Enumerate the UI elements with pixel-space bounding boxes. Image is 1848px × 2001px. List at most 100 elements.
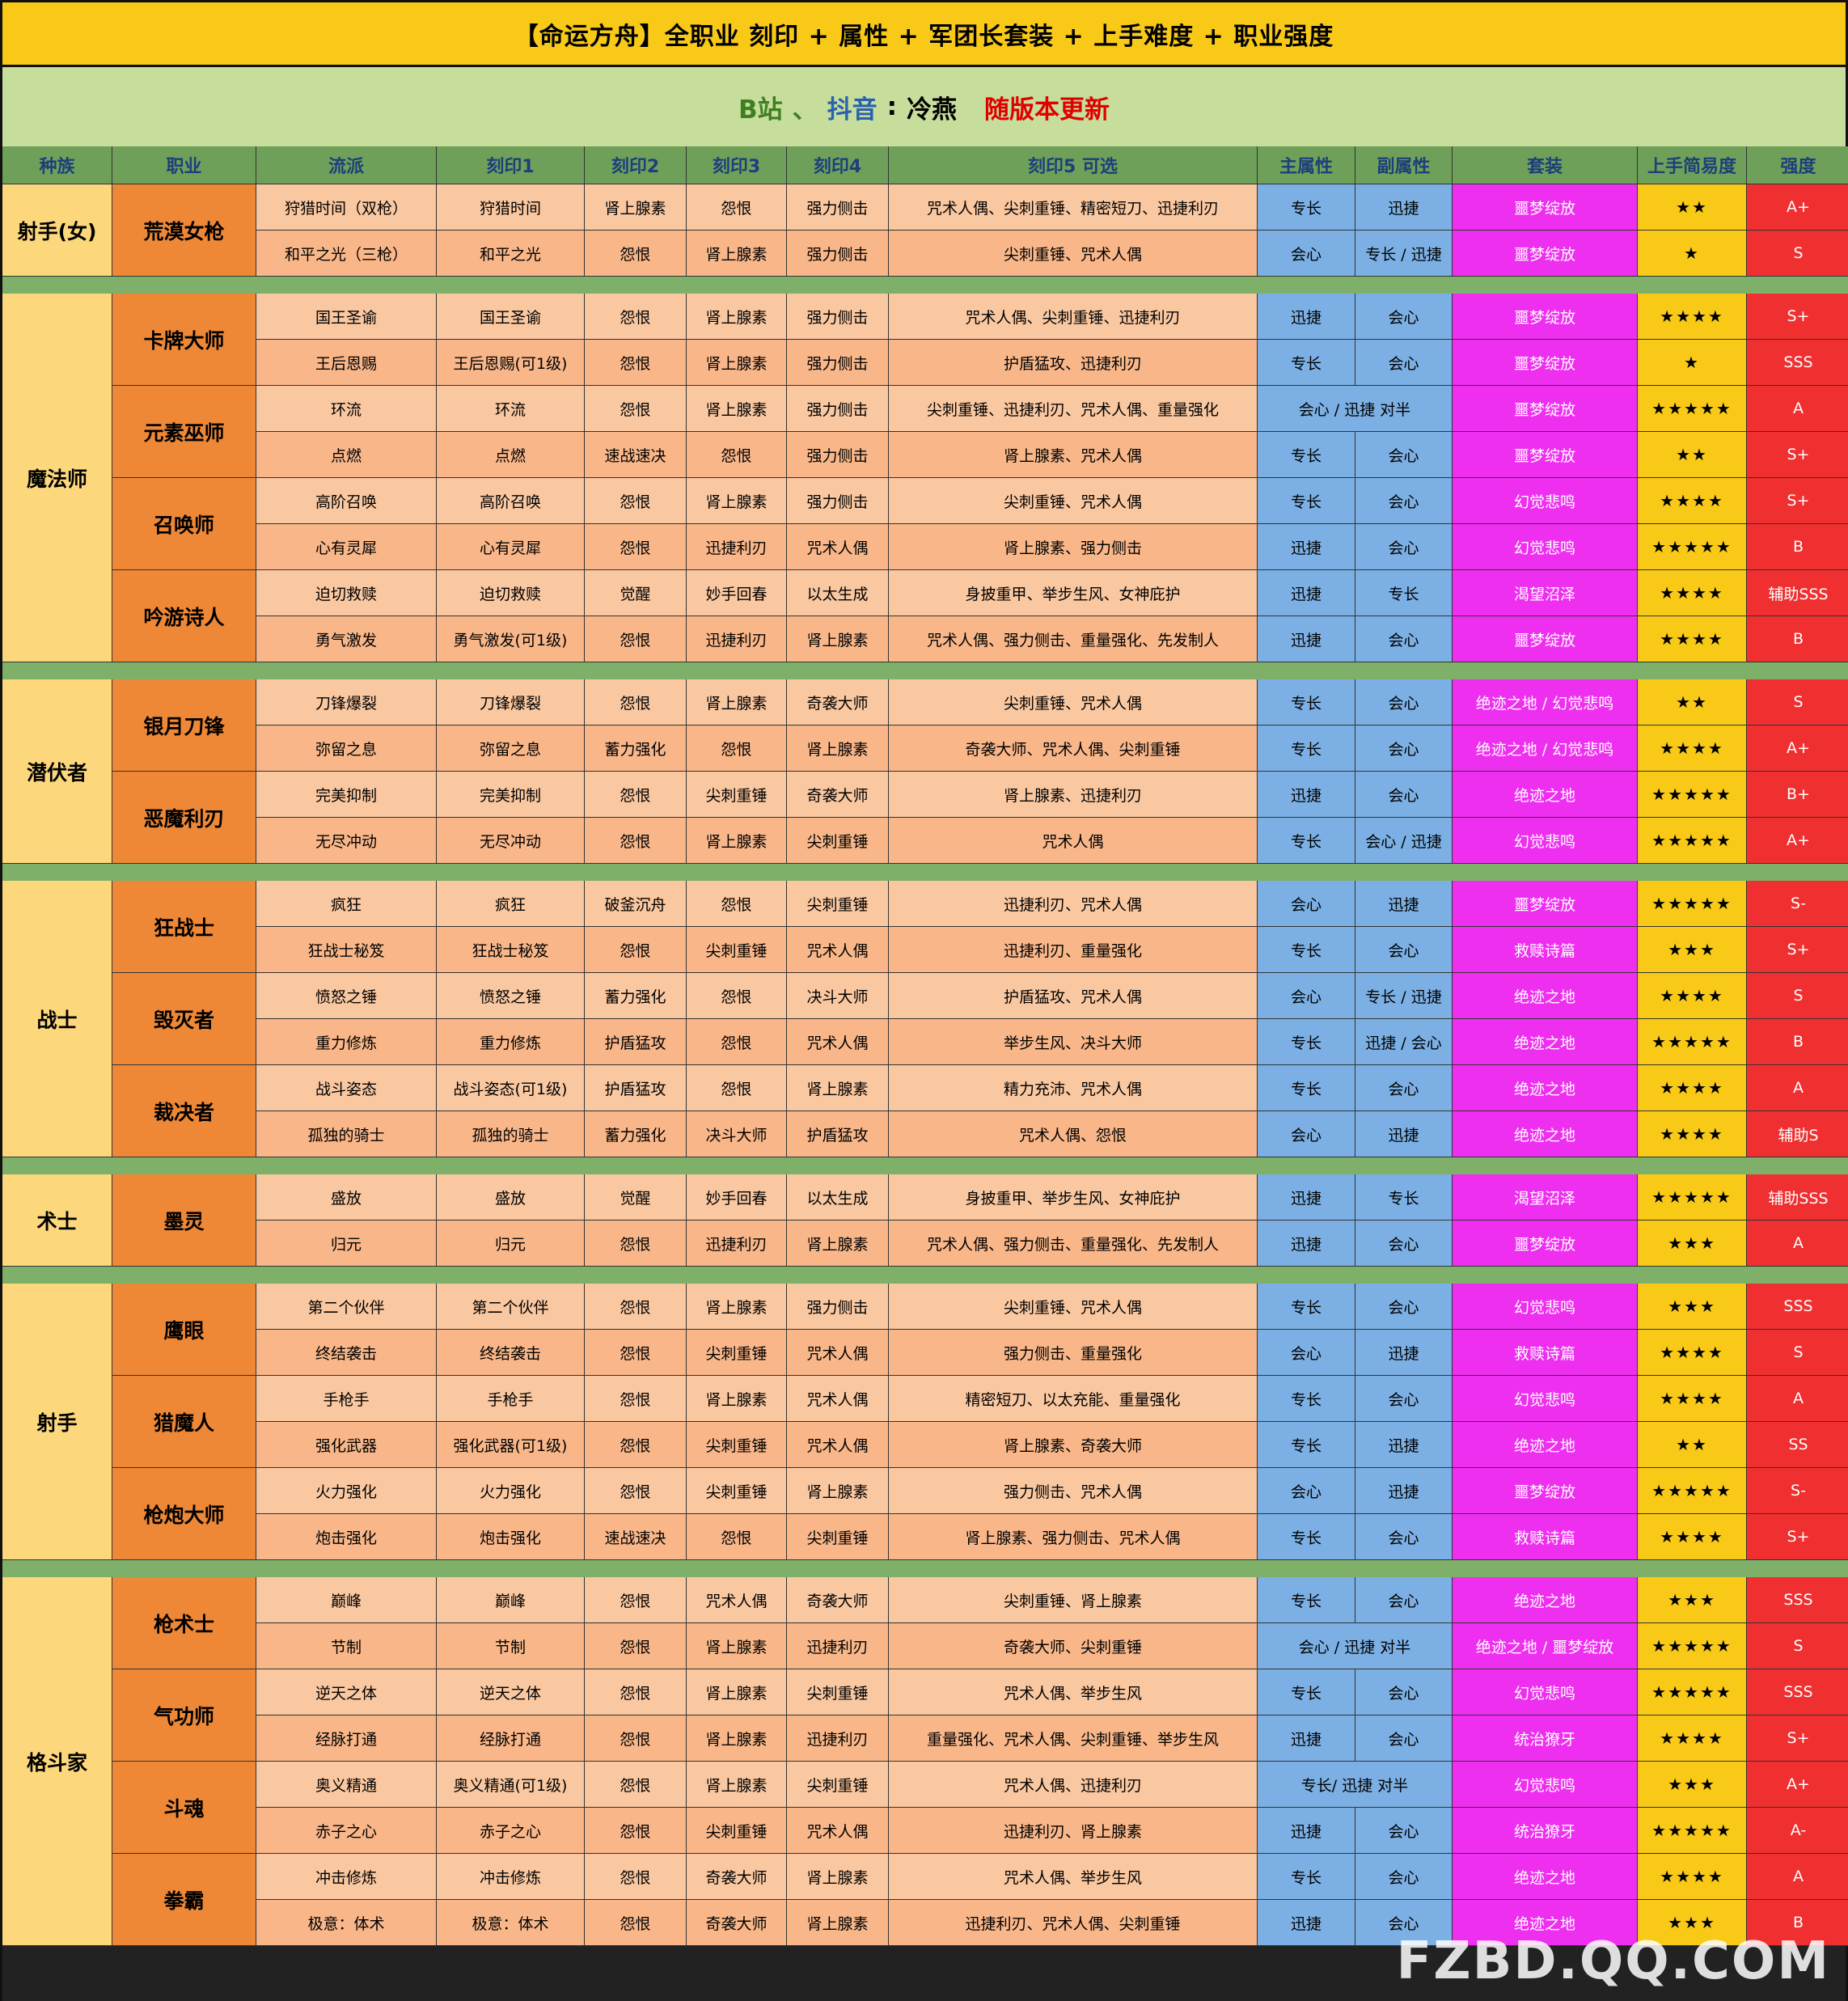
engraving-5-optional: 护盾猛攻、咒术人偶 <box>889 973 1258 1019</box>
main-stat: 迅捷 <box>1258 1808 1355 1854</box>
build-name: 和平之光（三枪） <box>256 231 437 277</box>
section-divider <box>2 864 1848 881</box>
class-cell: 裁决者 <box>112 1065 256 1157</box>
engraving-4: 奇袭大师 <box>787 679 889 726</box>
column-header: 刻印4 <box>787 146 889 184</box>
difficulty-stars: ★★★ <box>1638 927 1747 973</box>
build-name: 归元 <box>256 1220 437 1267</box>
engraving-1: 狂战士秘笈 <box>437 927 585 973</box>
engraving-5-optional: 精密短刀、以太充能、重量强化 <box>889 1376 1258 1422</box>
column-header: 主属性 <box>1258 146 1355 184</box>
engraving-5-optional: 精力充沛、咒术人偶 <box>889 1065 1258 1111</box>
engraving-1: 奥义精通(可1级) <box>437 1762 585 1808</box>
engraving-5-optional: 迅捷利刃、咒术人偶 <box>889 881 1258 927</box>
build-name: 终结袭击 <box>256 1330 437 1376</box>
engraving-3: 怨恨 <box>687 973 787 1019</box>
main-stat: 迅捷 <box>1258 1174 1355 1220</box>
gear-set: 噩梦绽放 <box>1453 184 1638 231</box>
gear-set: 统治獠牙 <box>1453 1715 1638 1762</box>
gear-set: 绝迹之地 <box>1453 1422 1638 1468</box>
engraving-3: 尖刺重锤 <box>687 1422 787 1468</box>
difficulty-stars: ★★★★ <box>1638 1376 1747 1422</box>
strength-grade: S+ <box>1747 1514 1848 1560</box>
engraving-5-optional: 咒术人偶、举步生风 <box>889 1854 1258 1900</box>
sub-stat: 会心 <box>1355 1808 1453 1854</box>
strength-grade: S+ <box>1747 478 1848 524</box>
engraving-4: 迅捷利刃 <box>787 1623 889 1669</box>
engraving-2: 怨恨 <box>585 1577 687 1623</box>
engraving-3: 尖刺重锤 <box>687 1468 787 1514</box>
section-divider <box>2 662 1848 679</box>
main-stat: 专长 <box>1258 478 1355 524</box>
engraving-5-optional: 迅捷利刃、咒术人偶、尖刺重锤 <box>889 1900 1258 1946</box>
engraving-3: 肾上腺素 <box>687 1762 787 1808</box>
main-stat: 迅捷 <box>1258 1220 1355 1267</box>
strength-grade: A <box>1747 1065 1848 1111</box>
engraving-1: 无尽冲动 <box>437 818 585 864</box>
main-stat: 专长 <box>1258 1284 1355 1330</box>
engraving-2: 怨恨 <box>585 1284 687 1330</box>
sub-stat: 会心 <box>1355 478 1453 524</box>
engraving-1: 心有灵犀 <box>437 524 585 570</box>
engraving-2: 怨恨 <box>585 1376 687 1422</box>
gear-set: 幻觉悲鸣 <box>1453 524 1638 570</box>
build-name: 赤子之心 <box>256 1808 437 1854</box>
sub-stat: 会心 <box>1355 524 1453 570</box>
build-name: 国王圣谕 <box>256 294 437 340</box>
gear-set: 幻觉悲鸣 <box>1453 478 1638 524</box>
engraving-5-optional: 咒术人偶、尖刺重锤、精密短刀、迅捷利刃 <box>889 184 1258 231</box>
main-stat: 会心 <box>1258 1468 1355 1514</box>
difficulty-stars: ★★★★ <box>1638 726 1747 772</box>
separator: 、 <box>792 95 818 125</box>
column-header: 流派 <box>256 146 437 184</box>
gear-set: 救赎诗篇 <box>1453 1330 1638 1376</box>
engraving-5-optional: 奇袭大师、尖刺重锤 <box>889 1623 1258 1669</box>
sub-stat: 会心 <box>1355 616 1453 662</box>
engraving-5-optional: 咒术人偶 <box>889 818 1258 864</box>
sub-stat: 会心 <box>1355 927 1453 973</box>
engraving-5-optional: 强力侧击、咒术人偶 <box>889 1468 1258 1514</box>
engraving-2: 怨恨 <box>585 524 687 570</box>
gear-set: 绝迹之地 / 噩梦绽放 <box>1453 1623 1638 1669</box>
main-stat: 专长 <box>1258 1577 1355 1623</box>
strength-grade: S- <box>1747 881 1848 927</box>
engraving-3: 妙手回春 <box>687 570 787 616</box>
build-name: 无尽冲动 <box>256 818 437 864</box>
engraving-1: 环流 <box>437 386 585 432</box>
strength-grade: 辅助S <box>1747 1111 1848 1157</box>
strength-grade: S <box>1747 973 1848 1019</box>
sub-stat: 会心 <box>1355 1065 1453 1111</box>
engraving-3: 迅捷利刃 <box>687 1220 787 1267</box>
gear-set: 救赎诗篇 <box>1453 1514 1638 1560</box>
build-name: 完美抑制 <box>256 772 437 818</box>
column-header: 刻印2 <box>585 146 687 184</box>
section-divider <box>2 1267 1848 1284</box>
sub-stat: 会心 <box>1355 726 1453 772</box>
engraving-3: 肾上腺素 <box>687 1669 787 1715</box>
main-stat: 迅捷 <box>1258 570 1355 616</box>
douyin-label: 抖音 <box>827 95 877 125</box>
main-stat: 专长 <box>1258 184 1355 231</box>
sub-stat: 会心 / 迅捷 <box>1355 818 1453 864</box>
engraving-5-optional: 重量强化、咒术人偶、尖刺重锤、举步生风 <box>889 1715 1258 1762</box>
build-name: 迫切救赎 <box>256 570 437 616</box>
engraving-1: 节制 <box>437 1623 585 1669</box>
engraving-4: 尖刺重锤 <box>787 818 889 864</box>
engraving-4: 咒术人偶 <box>787 1330 889 1376</box>
engraving-4: 肾上腺素 <box>787 1468 889 1514</box>
engraving-2: 肾上腺素 <box>585 184 687 231</box>
engraving-3: 怨恨 <box>687 1514 787 1560</box>
strength-grade: A <box>1747 1376 1848 1422</box>
gear-set: 渴望沼泽 <box>1453 1174 1638 1220</box>
engraving-3: 怨恨 <box>687 881 787 927</box>
engraving-2: 怨恨 <box>585 340 687 386</box>
gear-set: 噩梦绽放 <box>1453 881 1638 927</box>
section-divider <box>2 1560 1848 1577</box>
class-cell: 狂战士 <box>112 881 256 973</box>
difficulty-stars: ★★★★★ <box>1638 524 1747 570</box>
engraving-1: 极意：体术 <box>437 1900 585 1946</box>
engraving-1: 强化武器(可1级) <box>437 1422 585 1468</box>
sub-stat: 会心 <box>1355 772 1453 818</box>
engraving-5-optional: 肾上腺素、强力侧击 <box>889 524 1258 570</box>
engraving-2: 怨恨 <box>585 386 687 432</box>
